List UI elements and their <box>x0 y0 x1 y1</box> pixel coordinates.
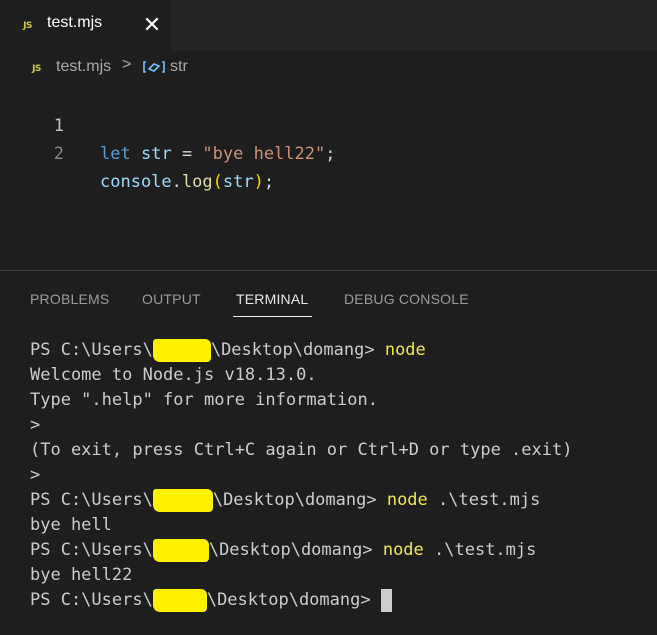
code-line[interactable]: 1 let str = "bye hell22"; <box>0 84 657 164</box>
breadcrumb-symbol[interactable]: str <box>170 58 188 76</box>
javascript-file-icon: JS <box>32 63 41 74</box>
punctuation-token: ; <box>325 144 336 164</box>
keyword-token: let <box>100 144 131 164</box>
redaction-mark <box>152 339 211 362</box>
terminal-prompt-line: PS C:\Users\ \Desktop\domang> node <box>30 338 426 363</box>
tab-problems[interactable]: PROBLEMS <box>30 291 109 307</box>
command-args: .\test.mjs <box>423 540 537 560</box>
function-token: log <box>181 172 213 192</box>
line-number: 2 <box>53 144 64 164</box>
identifier-token: console <box>100 172 172 192</box>
editor-tab-bar: JS test.mjs ✕ <box>0 0 657 51</box>
prompt-prefix: PS C:\Users\ <box>30 540 153 560</box>
identifier-token: str <box>140 144 172 164</box>
terminal-output-line: (To exit, press Ctrl+C again or Ctrl+D o… <box>30 440 573 460</box>
terminal-output-line: > <box>30 465 41 485</box>
breadcrumb-file[interactable]: test.mjs <box>56 58 111 76</box>
terminal-prompt-line: PS C:\Users\ \Desktop\domang> <box>30 588 392 613</box>
code-editor[interactable]: 1 let str = "bye hell22"; 2 console.log(… <box>0 84 657 270</box>
command-text: node <box>382 540 424 560</box>
paren-token: ) <box>253 172 264 192</box>
terminal-output-line: Welcome to Node.js v18.13.0. <box>30 365 317 385</box>
operator-token: = <box>171 144 203 164</box>
command-args: .\test.mjs <box>427 490 541 510</box>
redaction-mark <box>152 539 209 562</box>
prompt-suffix: \Desktop\domang> <box>210 340 385 360</box>
tab-terminal[interactable]: TERMINAL <box>236 291 308 307</box>
terminal-output-line: bye hell <box>30 515 112 535</box>
punctuation-token: . <box>171 172 182 192</box>
editor-tab-test-mjs[interactable]: JS test.mjs ✕ <box>0 0 170 51</box>
prompt-suffix: \Desktop\domang> <box>208 540 383 560</box>
redaction-mark <box>152 589 207 612</box>
prompt-suffix: \Desktop\domang> <box>212 490 387 510</box>
terminal-output-line: bye hell22 <box>30 565 133 585</box>
command-text: node <box>384 340 426 360</box>
command-text: node <box>386 490 428 510</box>
terminal[interactable]: PS C:\Users\ \Desktop\domang> node Welcom… <box>0 330 657 635</box>
identifier-token: str <box>222 172 254 192</box>
prompt-prefix: PS C:\Users\ <box>30 490 153 510</box>
breadcrumb: JS test.mjs > str <box>0 51 657 84</box>
terminal-prompt-line: PS C:\Users\ \Desktop\domang> node .\test… <box>30 538 536 563</box>
redaction-mark <box>152 489 213 512</box>
variable-icon <box>143 61 165 73</box>
chevron-right-icon: > <box>122 56 132 73</box>
prompt-suffix: \Desktop\domang> <box>206 590 381 610</box>
code-text: let str = "bye hell22"; <box>100 140 335 168</box>
terminal-cursor <box>380 589 392 612</box>
tab-output[interactable]: OUTPUT <box>142 291 201 307</box>
terminal-output-line: > <box>30 415 41 435</box>
panel-tab-bar: PROBLEMS OUTPUT TERMINAL DEBUG CONSOLE <box>0 271 657 321</box>
tab-label: test.mjs <box>47 14 103 31</box>
active-tab-indicator <box>233 316 312 317</box>
punctuation-token: ; <box>263 172 275 192</box>
prompt-prefix: PS C:\Users\ <box>30 340 153 360</box>
paren-token: ( <box>212 172 223 192</box>
javascript-file-icon: JS <box>23 20 32 31</box>
terminal-prompt-line: PS C:\Users\ \Desktop\domang> node .\test… <box>30 488 540 513</box>
close-icon[interactable]: ✕ <box>141 10 163 40</box>
string-token: "bye hell22" <box>202 144 326 164</box>
terminal-output-line: Type ".help" for more information. <box>30 390 378 410</box>
code-text: console.log(str); <box>100 168 274 196</box>
code-line[interactable]: 2 console.log(str); <box>0 112 657 192</box>
tab-debug-console[interactable]: DEBUG CONSOLE <box>344 291 469 307</box>
prompt-prefix: PS C:\Users\ <box>30 590 153 610</box>
